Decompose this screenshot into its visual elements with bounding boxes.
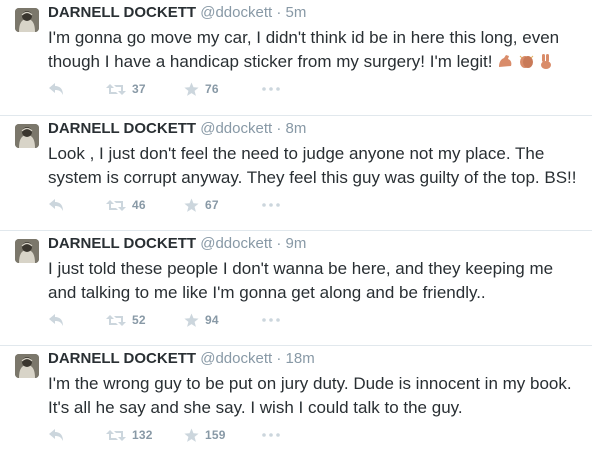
tweet-text: I'm gonna go move my car, I didn't think… [48,26,578,75]
tweet[interactable]: DARNELL DOCKETT @ddockett · 18m I'm the … [0,346,592,461]
avatar[interactable] [15,354,39,378]
favorite-button[interactable]: 159 [184,426,226,444]
tweet-feed: DARNELL DOCKETT @ddockett · 5m I'm gonna… [0,0,592,461]
reply-button[interactable] [48,426,64,444]
retweet-button[interactable]: 46 [106,196,146,214]
tweet-actions: 132 159 [48,426,348,444]
tweet-text: Look , I just don't feel the need to jud… [48,144,577,187]
retweet-button[interactable]: 52 [106,311,146,329]
tweet-text: I'm the wrong guy to be put on jury duty… [48,374,572,417]
tweet-actions: 46 67 [48,196,348,214]
author-name[interactable]: DARNELL DOCKETT [48,120,196,137]
author-name[interactable]: DARNELL DOCKETT [48,4,196,21]
more-icon [262,318,280,322]
flexed-biceps-icon [497,52,514,76]
tweet-header: DARNELL DOCKETT @ddockett · 5m [48,4,306,22]
author-name[interactable]: DARNELL DOCKETT [48,350,196,367]
author-handle[interactable]: @ddockett [200,120,272,137]
tweet-header: DARNELL DOCKETT @ddockett · 8m [48,120,306,138]
tweet-header: DARNELL DOCKETT @ddockett · 9m [48,235,306,253]
more-icon [262,87,280,91]
favorite-count: 67 [205,198,219,212]
star-icon [184,428,199,442]
favorite-button[interactable]: 76 [184,80,219,98]
retweet-count: 46 [132,198,146,212]
reply-button[interactable] [48,196,64,214]
favorite-count: 94 [205,313,219,327]
retweet-count: 52 [132,313,146,327]
victory-hand-icon [539,52,553,76]
timestamp[interactable]: 8m [286,120,307,137]
star-icon [184,198,199,212]
timestamp[interactable]: 18m [286,350,315,367]
reply-icon [49,429,63,441]
favorite-button[interactable]: 94 [184,311,219,329]
retweet-button[interactable]: 37 [106,80,146,98]
more-button[interactable] [262,311,280,329]
separator: · [276,120,282,137]
clapping-hands-icon [518,52,535,76]
author-handle[interactable]: @ddockett [200,235,272,252]
separator: · [276,350,282,367]
reply-button[interactable] [48,80,64,98]
reply-icon [49,199,63,211]
reply-button[interactable] [48,311,64,329]
author-handle[interactable]: @ddockett [200,4,272,21]
retweet-count: 132 [132,428,153,442]
retweet-icon [106,199,126,211]
timestamp[interactable]: 5m [286,4,307,21]
retweet-count: 37 [132,82,146,96]
separator: · [276,235,282,252]
author-handle[interactable]: @ddockett [200,350,272,367]
tweet-text: I just told these people I don't wanna b… [48,259,554,302]
more-button[interactable] [262,196,280,214]
favorite-button[interactable]: 67 [184,196,219,214]
tweet-actions: 52 94 [48,311,348,329]
star-icon [184,313,199,327]
author-name[interactable]: DARNELL DOCKETT [48,235,196,252]
reply-icon [49,314,63,326]
more-icon [262,203,280,207]
retweet-icon [106,83,126,95]
favorite-count: 76 [205,82,219,96]
more-button[interactable] [262,426,280,444]
avatar[interactable] [15,124,39,148]
star-icon [184,82,199,96]
retweet-icon [106,429,126,441]
reply-icon [49,83,63,95]
retweet-button[interactable]: 132 [106,426,153,444]
retweet-icon [106,314,126,326]
tweet[interactable]: DARNELL DOCKETT @ddockett · 5m I'm gonna… [0,0,592,116]
timestamp[interactable]: 9m [286,235,307,252]
more-button[interactable] [262,80,280,98]
more-icon [262,433,280,437]
tweet[interactable]: DARNELL DOCKETT @ddockett · 9m I just to… [0,231,592,346]
favorite-count: 159 [205,428,226,442]
separator: · [276,4,282,21]
tweet[interactable]: DARNELL DOCKETT @ddockett · 8m Look , I … [0,116,592,231]
avatar[interactable] [15,239,39,263]
avatar[interactable] [15,8,39,32]
tweet-header: DARNELL DOCKETT @ddockett · 18m [48,350,315,368]
tweet-body: I'm gonna go move my car, I didn't think… [48,28,560,71]
tweet-actions: 37 76 [48,80,348,98]
